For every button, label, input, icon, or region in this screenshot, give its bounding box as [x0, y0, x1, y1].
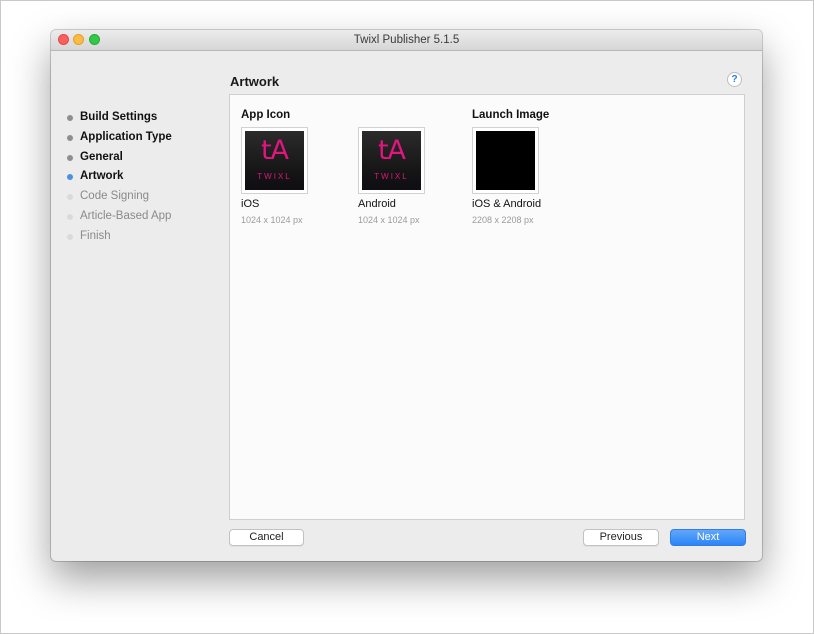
icon-monogram: tA	[377, 135, 406, 166]
cancel-button[interactable]: Cancel	[229, 529, 304, 546]
step-label: Finish	[80, 229, 111, 242]
title-bar[interactable]: Twixl Publisher 5.1.5	[51, 30, 762, 51]
icon-brand-text: TWIXL	[374, 172, 409, 181]
step-status-dot	[67, 213, 73, 220]
step-label: Application Type	[80, 130, 172, 143]
wizard-steps: Build Settings Application Type General …	[65, 108, 172, 247]
previous-button[interactable]: Previous	[583, 529, 659, 546]
ios-icon-label: iOS	[241, 198, 260, 210]
step-status-dot	[67, 233, 73, 240]
launch-image-dropzone[interactable]	[472, 127, 539, 194]
step-status-dot	[67, 174, 73, 181]
android-icon-dropzone[interactable]: tA TWIXL	[358, 127, 425, 194]
step-status-dot	[67, 154, 73, 161]
launch-image-preview	[476, 131, 535, 190]
page-title: Artwork	[230, 74, 280, 89]
step-label: General	[80, 150, 123, 163]
icon-brand-text: TWIXL	[257, 172, 292, 181]
step-application-type[interactable]: Application Type	[65, 128, 172, 148]
android-icon-label: Android	[358, 198, 396, 210]
ios-icon-well: tA TWIXL iOS 1024 x 1024 px	[241, 127, 308, 225]
ios-icon-size: 1024 x 1024 px	[241, 215, 303, 225]
app-icon-section-title: App Icon	[241, 109, 291, 121]
step-label: Artwork	[80, 170, 124, 183]
step-finish: Finish	[65, 227, 172, 247]
zoom-window-button[interactable]	[89, 34, 100, 45]
minimize-window-button[interactable]	[73, 34, 84, 45]
close-window-button[interactable]	[58, 34, 69, 45]
step-article-based-app: Article-Based App	[65, 207, 172, 227]
step-general[interactable]: General	[65, 148, 172, 168]
app-icon-image: tA TWIXL	[362, 131, 421, 190]
step-status-dot	[67, 115, 73, 121]
step-artwork[interactable]: Artwork	[65, 167, 172, 187]
launch-image-size: 2208 x 2208 px	[472, 215, 534, 225]
step-status-dot	[67, 194, 73, 201]
step-label: Article-Based App	[80, 209, 172, 222]
next-button[interactable]: Next	[670, 529, 746, 546]
android-icon-well: tA TWIXL Android 1024 x 1024 px	[358, 127, 425, 225]
step-build-settings[interactable]: Build Settings	[65, 108, 172, 128]
step-status-dot	[67, 134, 73, 141]
step-code-signing: Code Signing	[65, 187, 172, 207]
launch-image-section-title: Launch Image	[472, 109, 550, 121]
launch-image-label: iOS & Android	[472, 198, 542, 210]
app-icon-image: tA TWIXL	[245, 131, 304, 190]
ios-icon-dropzone[interactable]: tA TWIXL	[241, 127, 308, 194]
help-button[interactable]: ?	[727, 72, 742, 87]
window-title: Twixl Publisher 5.1.5	[353, 34, 460, 46]
android-icon-size: 1024 x 1024 px	[358, 215, 420, 225]
step-label: Build Settings	[80, 111, 158, 123]
icon-monogram: tA	[260, 135, 289, 166]
app-window: Twixl Publisher 5.1.5 Artwork ? Build Se…	[51, 30, 762, 561]
artwork-panel: App Icon Launch Image tA TWIXL iOS 1024 …	[229, 94, 745, 520]
launch-image-well: iOS & Android 2208 x 2208 px	[472, 127, 541, 225]
step-label: Code Signing	[80, 190, 150, 203]
